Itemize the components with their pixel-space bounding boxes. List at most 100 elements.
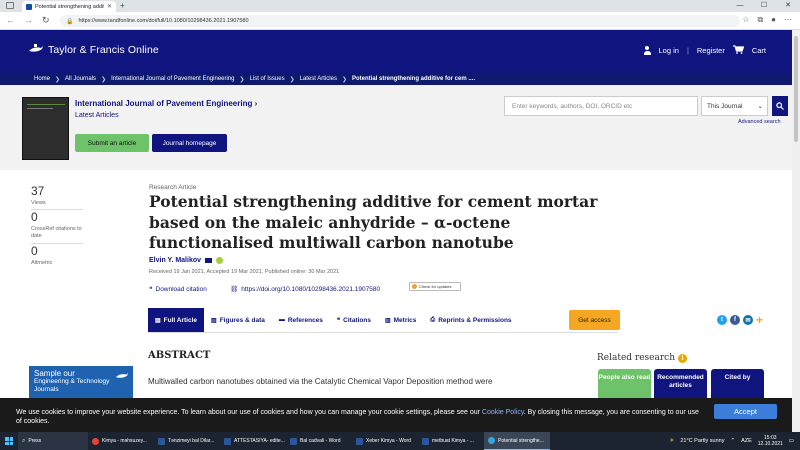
tab-actions-icon[interactable]	[6, 2, 14, 9]
collections-icon[interactable]: ⧉	[757, 15, 763, 25]
tab-cited-by[interactable]: Cited by	[711, 369, 764, 399]
breadcrumb-home[interactable]: Home	[34, 76, 50, 82]
download-citation-link[interactable]: ❝ Download citation	[149, 285, 207, 294]
word-icon	[422, 437, 429, 445]
breadcrumb-all-journals[interactable]: All Journals	[65, 76, 96, 82]
menu-icon[interactable]: ⋯	[784, 15, 792, 25]
address-bar-row: ← → ↻ 🔒 https://www.tandfonline.com/doi/…	[0, 12, 800, 30]
breadcrumb-issues[interactable]: List of Issues	[250, 76, 285, 82]
taskbar-item[interactable]: metbuat Kimya - ...	[418, 432, 484, 450]
info-icon[interactable]: i	[678, 353, 687, 363]
start-button[interactable]	[0, 432, 18, 450]
windows-logo-icon	[5, 437, 13, 445]
taskbar-item-active[interactable]: Potential strengthe...	[484, 432, 550, 450]
journal-cover-image[interactable]	[22, 97, 69, 160]
email-share-icon[interactable]: ✉	[743, 315, 753, 325]
browser-tab[interactable]: Potential strengthening additive ✕	[22, 1, 116, 12]
author-link[interactable]: Elvin Y. Malikov	[149, 257, 201, 264]
orcid-icon[interactable]	[216, 257, 224, 264]
clock-date: 12.10.2021	[757, 441, 783, 447]
cookie-text-1: We use cookies to improve your website e…	[16, 409, 482, 416]
facebook-icon[interactable]: f	[730, 315, 740, 325]
print-icon: ⎙	[430, 316, 436, 323]
taskbar-item[interactable]: Tənzimeyi bal Dilar...	[154, 432, 220, 450]
clock[interactable]: 15:03 12.10.2021	[758, 435, 783, 447]
minimize-icon[interactable]: —	[728, 0, 752, 12]
abstract-heading: ABSTRACT	[148, 350, 211, 361]
word-icon	[224, 437, 231, 445]
weather-text[interactable]: 21°C Partly sunny	[680, 438, 724, 444]
tab-citations[interactable]: ❝ Citations	[330, 308, 378, 332]
breadcrumb-journal[interactable]: International Journal of Pavement Engine…	[111, 76, 234, 82]
tab-label: Reprints & Permissions	[438, 316, 512, 324]
article-type: Research Article	[149, 184, 197, 191]
search-input[interactable]: Enter keywords, authors, DOI, ORCID etc	[504, 96, 698, 116]
breadcrumb: Home ❯ All Journals ❯ International Jour…	[0, 73, 792, 85]
doi-link[interactable]: ⛓ https://doi.org/10.1080/10298436.2021.…	[230, 285, 380, 294]
tab-recommended-articles[interactable]: Recommended articles	[654, 369, 707, 399]
promo-line-2: Engineering & Technology	[34, 378, 110, 385]
notifications-icon[interactable]: ▭	[789, 438, 794, 444]
check-updates-label: Check for updates	[419, 284, 452, 289]
taskbar-item[interactable]: Bal cadvali - Word	[286, 432, 352, 450]
maximize-icon[interactable]: ☐	[752, 0, 776, 12]
tab-references[interactable]: ▬ References	[272, 308, 330, 332]
document-icon: ▤	[155, 317, 161, 324]
download-citation-label: Download citation	[155, 285, 207, 293]
url-field[interactable]: 🔒 https://www.tandfonline.com/doi/full/1…	[60, 15, 740, 27]
tab-metrics[interactable]: ▥ Metrics	[378, 308, 423, 332]
login-link[interactable]: Log in	[659, 46, 679, 55]
user-icon	[643, 46, 651, 55]
scrollbar-thumb[interactable]	[794, 36, 798, 142]
latest-articles-link[interactable]: Latest Articles	[75, 112, 119, 119]
cart-icon[interactable]	[732, 45, 745, 56]
breadcrumb-latest[interactable]: Latest Articles	[300, 76, 337, 82]
email-icon[interactable]	[205, 258, 213, 263]
close-window-icon[interactable]: ✕	[776, 0, 800, 12]
journal-title-text: International Journal of Pavement Engine…	[75, 99, 253, 108]
advanced-search-link[interactable]: Advanced search	[738, 119, 781, 125]
get-access-button[interactable]: Get access	[569, 310, 620, 330]
more-share-icon[interactable]: +	[756, 314, 763, 326]
author-row: Elvin Y. Malikov	[149, 257, 224, 264]
related-research-title: Related research	[597, 353, 675, 363]
journal-title[interactable]: International Journal of Pavement Engine…	[75, 99, 257, 108]
favorite-icon[interactable]: ☆	[742, 15, 749, 25]
tab-label: Full Article	[163, 316, 198, 324]
promo-banner[interactable]: Sample our Engineering & Technology Jour…	[29, 366, 133, 400]
profile-icon[interactable]: ●	[771, 15, 776, 25]
taskbar-item[interactable]: Xeber Kimya - Word	[352, 432, 418, 450]
promo-line-1: Sample our	[34, 369, 75, 378]
tab-full-article[interactable]: ▤ Full Article	[148, 308, 205, 332]
tab-figures[interactable]: ▨ Figures & data	[204, 308, 272, 332]
search-scope-value: This Journal	[707, 102, 743, 110]
forward-icon[interactable]: →	[24, 15, 33, 25]
cart-link[interactable]: Cart	[752, 46, 766, 55]
register-link[interactable]: Register	[697, 46, 725, 55]
taskbar-item[interactable]: Kimya - məhsuzey...	[88, 432, 154, 450]
tray-arrow-icon[interactable]: ⌃	[730, 438, 735, 444]
language-indicator[interactable]: AZE	[741, 438, 752, 444]
taskbar-item[interactable]: ATTESTASIYA- edite...	[220, 432, 286, 450]
new-tab-icon[interactable]: +	[120, 1, 125, 10]
site-logo[interactable]: Taylor & Francis Online	[28, 43, 159, 57]
cookie-policy-link[interactable]: Cookie Policy	[482, 409, 524, 416]
close-tab-icon[interactable]: ✕	[107, 3, 112, 10]
submit-article-button[interactable]: Submit an article	[75, 134, 149, 152]
metric-divider	[31, 243, 83, 244]
lamp-logo-icon	[28, 43, 44, 57]
tab-label: Citations	[343, 316, 371, 324]
accept-cookies-button[interactable]: Accept	[714, 404, 777, 419]
twitter-icon[interactable]: t	[717, 315, 727, 325]
taskbar-search[interactable]: ⌕ Press	[18, 432, 88, 450]
tab-people-also-read[interactable]: People also read	[598, 369, 651, 399]
check-for-updates-button[interactable]: Check for updates	[409, 282, 461, 291]
refresh-icon[interactable]: ↻	[42, 15, 50, 26]
page-scrollbar[interactable]	[792, 30, 800, 432]
search-scope-select[interactable]: This Journal ⌄	[701, 96, 768, 116]
back-icon[interactable]: ←	[6, 15, 15, 25]
tab-reprints[interactable]: ⎙ Reprints & Permissions	[423, 308, 518, 332]
search-button[interactable]	[772, 96, 788, 116]
word-icon	[290, 437, 297, 445]
journal-homepage-button[interactable]: Journal homepage	[152, 134, 227, 152]
